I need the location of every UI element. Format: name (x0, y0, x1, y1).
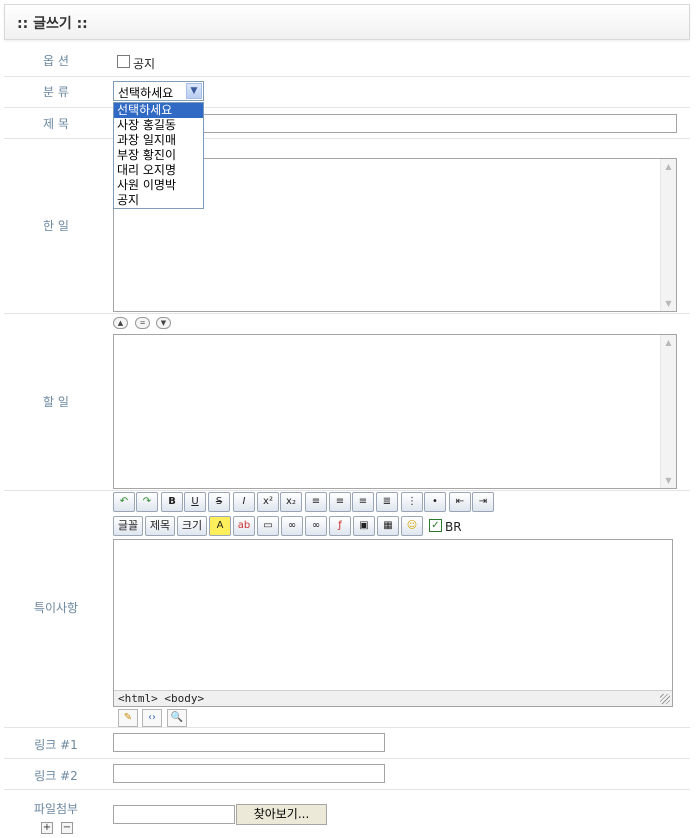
edit-mode-icon[interactable]: ✎ (118, 709, 138, 727)
row-divider (4, 138, 690, 139)
resize-grip-icon[interactable] (660, 694, 670, 704)
strikethrough-icon[interactable]: S (208, 492, 230, 512)
done-label: 한 일 (43, 219, 69, 233)
unlink-icon[interactable]: ∞ (305, 516, 327, 536)
row-divider (4, 107, 690, 108)
category-option[interactable]: 사원 이명박 (114, 178, 203, 193)
reset-size-button[interactable]: = (135, 317, 150, 329)
scroll-up-icon[interactable]: ▲ (661, 335, 676, 350)
add-file-icon[interactable]: + (41, 822, 53, 834)
unordered-list-icon[interactable]: • (424, 492, 446, 512)
file-path-input[interactable] (113, 805, 235, 824)
scroll-down-icon[interactable]: ▼ (661, 473, 676, 488)
expand-down-button[interactable]: ▼ (156, 317, 171, 329)
row-divider (4, 727, 690, 728)
align-center-icon[interactable]: ≡ (329, 492, 351, 512)
link2-label: 링크 #2 (34, 769, 78, 783)
align-justify-icon[interactable]: ≣ (376, 492, 398, 512)
scroll-up-icon[interactable]: ▲ (661, 159, 676, 174)
html-mode-icon[interactable]: ‹› (142, 709, 162, 727)
underline-icon[interactable]: U (184, 492, 206, 512)
scrollbar[interactable]: ▲ ▼ (660, 159, 676, 311)
remove-file-icon[interactable]: − (61, 822, 73, 834)
preview-mode-icon[interactable]: 🔍 (167, 709, 187, 727)
subscript-icon[interactable]: x₂ (280, 492, 302, 512)
todo-textarea[interactable]: ▲ ▼ (113, 334, 677, 489)
editor-path-status: <html> <body> (114, 690, 672, 706)
scroll-down-icon[interactable]: ▼ (661, 296, 676, 311)
subject-label: 제 목 (43, 117, 69, 131)
chevron-down-icon[interactable]: ▼ (186, 83, 202, 99)
media-icon[interactable]: ▦ (377, 516, 399, 536)
category-select[interactable]: 선택하세요 ▼ (113, 81, 204, 101)
row-divider (4, 758, 690, 759)
redo-icon[interactable]: ↷ (136, 492, 158, 512)
form-title: :: 글쓰기 :: (17, 16, 88, 32)
link1-label: 링크 #1 (34, 738, 78, 752)
heading-button[interactable]: 제목 (145, 516, 175, 536)
category-option[interactable]: 사장 홍길동 (114, 118, 203, 133)
scrollbar[interactable]: ▲ ▼ (660, 335, 676, 488)
align-right-icon[interactable]: ≡ (352, 492, 374, 512)
italic-icon[interactable]: I (233, 492, 255, 512)
link2-input[interactable] (113, 764, 385, 783)
br-label: BR (445, 520, 462, 534)
flash-icon[interactable]: ƒ (329, 516, 351, 536)
row-divider (4, 76, 690, 77)
text-color-icon[interactable]: A (209, 516, 231, 536)
expand-up-button[interactable]: ▲ (113, 317, 128, 329)
link-icon[interactable]: ▭ (257, 516, 279, 536)
attach-label: 파일첨부 (33, 802, 79, 816)
ordered-list-icon[interactable]: ⋮ (401, 492, 423, 512)
notes-editor[interactable]: <html> <body> (113, 539, 673, 707)
category-option[interactable]: 과장 일지매 (114, 133, 203, 148)
row-divider (4, 490, 690, 491)
link1-input[interactable] (113, 733, 385, 752)
category-option[interactable]: 공지 (114, 193, 203, 208)
align-left-icon[interactable]: ≡ (305, 492, 327, 512)
category-label: 분 류 (43, 85, 69, 99)
indent-icon[interactable]: ⇥ (472, 492, 494, 512)
font-button[interactable]: 글꼴 (113, 516, 143, 536)
option-label: 옵 션 (43, 54, 69, 68)
outdent-icon[interactable]: ⇤ (449, 492, 471, 512)
image-icon[interactable]: ▣ (353, 516, 375, 536)
bold-icon[interactable]: B (161, 492, 183, 512)
row-divider (4, 313, 690, 314)
br-checkbox[interactable]: ✓ (429, 519, 442, 532)
category-option[interactable]: 선택하세요 (114, 103, 203, 118)
row-divider (4, 789, 690, 790)
category-option[interactable]: 부장 황진이 (114, 148, 203, 163)
font-size-button[interactable]: 크기 (177, 516, 207, 536)
browse-button[interactable]: 찾아보기... (236, 804, 327, 825)
notice-label: 공지 (133, 57, 156, 71)
chain-link-icon[interactable]: ∞ (281, 516, 303, 536)
emoticon-icon[interactable]: ☺ (401, 516, 423, 536)
form-header: :: 글쓰기 :: (4, 4, 690, 40)
undo-icon[interactable]: ↶ (113, 492, 135, 512)
notes-label: 특이사항 (33, 601, 79, 615)
category-selected-value: 선택하세요 (118, 86, 174, 100)
todo-label: 할 일 (43, 395, 69, 409)
superscript-icon[interactable]: x² (257, 492, 279, 512)
category-option[interactable]: 대리 오지명 (114, 163, 203, 178)
category-dropdown[interactable]: 선택하세요 사장 홍길동 과장 일지매 부장 황진이 대리 오지명 사원 이명박… (113, 102, 204, 209)
highlight-icon[interactable]: ab (233, 516, 255, 536)
notice-checkbox[interactable] (117, 55, 130, 68)
